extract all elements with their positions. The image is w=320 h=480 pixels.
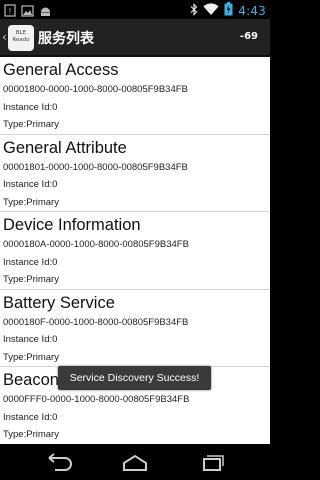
- service-name: Device Information: [3, 216, 141, 234]
- status-time: 4:43: [238, 3, 266, 18]
- service-name: General Access: [3, 61, 119, 79]
- service-instance: Instance Id:0: [3, 334, 58, 345]
- bluetooth-icon: [190, 1, 198, 20]
- toast-message: Service Discovery Success!: [58, 366, 211, 390]
- list-item[interactable]: General Access 00001800-0000-1000-8000-0…: [0, 57, 270, 135]
- status-right-icons: 4:43: [190, 1, 266, 20]
- service-name: General Attribute: [3, 138, 127, 157]
- service-type: Type:Primary: [3, 274, 59, 285]
- page-title: 服务列表: [38, 31, 94, 47]
- service-uuid: 0000180F-0000-1000-8000-00805F9B34FB: [3, 316, 189, 328]
- battery-icon: [224, 1, 233, 20]
- service-uuid: 00001800-0000-1000-8000-00805F9B34FB: [3, 84, 188, 95]
- service-instance: Instance Id:0: [3, 101, 58, 113]
- service-instance: Instance Id:0: [3, 256, 58, 268]
- service-name: Battery Service: [3, 293, 115, 312]
- app-logo[interactable]: BLE Reado: [8, 25, 34, 51]
- logo-text-line1: BLE: [15, 30, 27, 36]
- rssi-value: -69: [239, 31, 258, 42]
- list-item[interactable]: Device Information 0000180A-0000-1000-80…: [0, 212, 270, 290]
- list-item[interactable]: Battery Service 0000180F-0000-1000-8000-…: [0, 290, 270, 367]
- status-bar: ! 4:43: [0, 0, 270, 19]
- home-icon[interactable]: [120, 452, 150, 472]
- service-type: Type:Primary: [3, 119, 59, 130]
- up-navigation-icon[interactable]: ‹: [2, 30, 7, 44]
- service-type: Type:Primary: [3, 196, 59, 208]
- wifi-icon: [203, 1, 219, 20]
- svg-text:!: !: [8, 7, 11, 16]
- back-icon[interactable]: [45, 452, 75, 472]
- navigation-bar: [0, 444, 270, 480]
- logo-text-line2: Reado: [12, 37, 30, 43]
- service-uuid: 00001801-0000-1000-8000-00805F9B34FB: [3, 161, 188, 173]
- service-instance: Instance Id:0: [3, 179, 58, 190]
- list-item[interactable]: General Attribute 00001801-0000-1000-800…: [0, 135, 270, 212]
- recent-apps-icon[interactable]: [197, 452, 227, 472]
- service-type: Type:Primary: [3, 351, 59, 363]
- service-uuid: 0000FFF0-0000-1000-8000-00805F9B34FB: [3, 394, 190, 405]
- action-bar: ‹ BLE Reado 服务列表 -69: [0, 19, 270, 57]
- service-uuid: 0000180A-0000-1000-8000-00805F9B34FB: [3, 239, 189, 250]
- service-instance: Instance Id:0: [3, 411, 58, 423]
- service-type: Type:Primary: [3, 429, 59, 440]
